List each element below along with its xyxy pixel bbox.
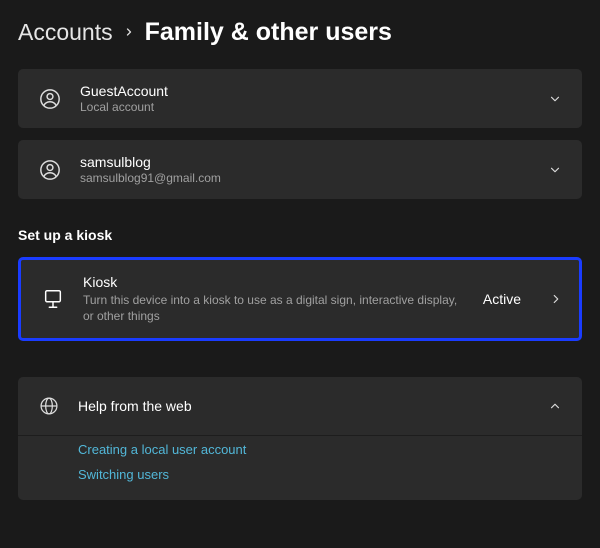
user-name: samsulblog — [80, 154, 530, 170]
chevron-right-icon — [123, 22, 135, 43]
person-icon — [36, 156, 64, 184]
help-link[interactable]: Switching users — [78, 467, 169, 482]
user-subtext: Local account — [80, 100, 530, 114]
user-row[interactable]: GuestAccount Local account — [18, 69, 582, 128]
section-title-kiosk: Set up a kiosk — [18, 227, 582, 243]
chevron-right-icon — [547, 292, 565, 306]
kiosk-title: Kiosk — [83, 274, 467, 290]
person-icon — [36, 85, 64, 113]
kiosk-icon — [39, 285, 67, 313]
chevron-down-icon — [546, 163, 564, 177]
kiosk-card[interactable]: Kiosk Turn this device into a kiosk to u… — [18, 257, 582, 341]
breadcrumb: Accounts Family & other users — [18, 18, 582, 47]
help-header[interactable]: Help from the web — [18, 377, 582, 435]
user-row[interactable]: samsulblog samsulblog91@gmail.com — [18, 140, 582, 199]
chevron-down-icon — [546, 92, 564, 106]
kiosk-description: Turn this device into a kiosk to use as … — [83, 292, 467, 324]
kiosk-status: Active — [483, 291, 521, 307]
globe-icon — [36, 393, 62, 419]
help-title: Help from the web — [78, 398, 530, 414]
help-link[interactable]: Creating a local user account — [78, 442, 246, 457]
help-card: Help from the web Creating a local user … — [18, 377, 582, 500]
help-links: Creating a local user account Switching … — [18, 436, 582, 500]
breadcrumb-parent[interactable]: Accounts — [18, 19, 113, 46]
chevron-up-icon — [546, 399, 564, 413]
user-name: GuestAccount — [80, 83, 530, 99]
page-title: Family & other users — [145, 18, 392, 47]
user-subtext: samsulblog91@gmail.com — [80, 171, 530, 185]
